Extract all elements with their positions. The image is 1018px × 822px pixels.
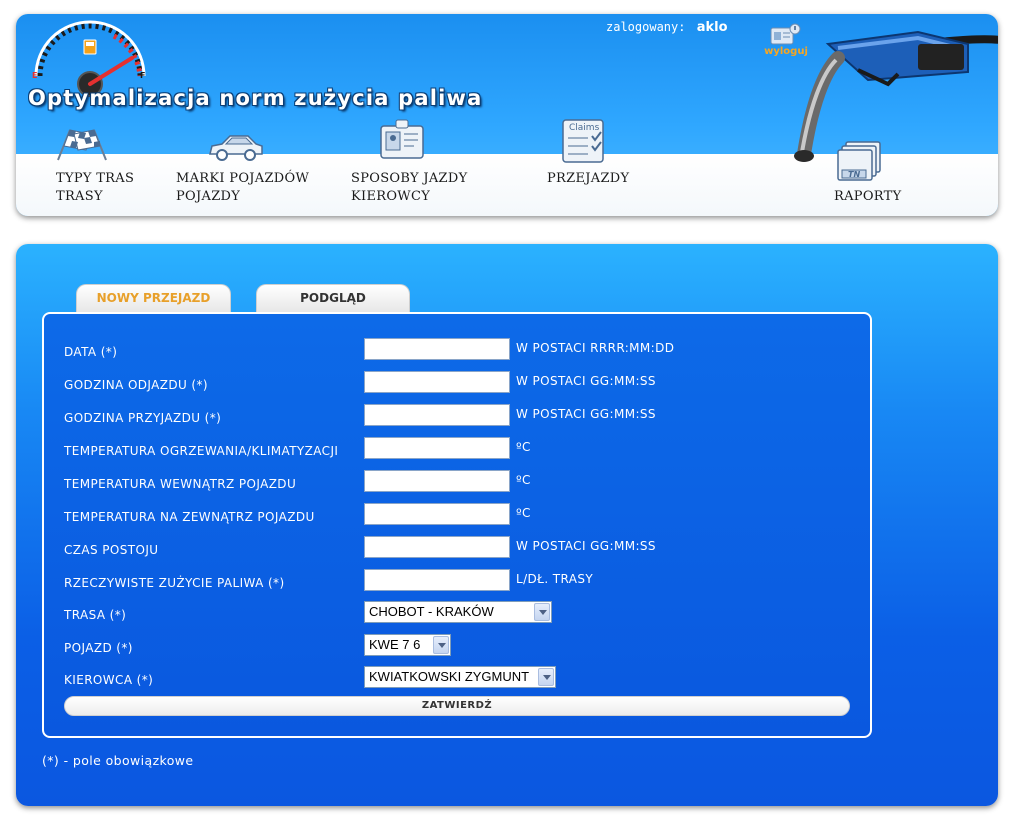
field-label: TEMPERATURA OGRZEWANIA/KLIMATYZACJI [64, 444, 339, 458]
field-label: CZAS POSTOJU [64, 543, 159, 557]
trip-form: DATA (*) W POSTACI RRRR:MM:DD GODZINA OD… [42, 312, 872, 738]
field-label: KIEROWCA (*) [64, 673, 154, 687]
report-icon-text: TN [848, 170, 860, 179]
driver-select[interactable]: KWIATKOWSKI ZYGMUNT [364, 666, 556, 688]
field-label: TRASA (*) [64, 608, 127, 622]
report-files-icon: TN [837, 141, 881, 181]
claims-clipboard-icon: Claims [562, 119, 604, 163]
app-title: Optymalizacja norm zużycia paliwa [28, 86, 483, 110]
field-label: TEMPERATURA NA ZEWNĄTRZ POJAZDU [64, 510, 315, 524]
form-row-data: DATA (*) W POSTACI RRRR:MM:DD [44, 338, 870, 362]
field-label: GODZINA ODJAZDU (*) [64, 378, 208, 392]
form-row-route: TRASA (*) CHOBOT - KRAKÓW [44, 601, 870, 625]
chevron-down-icon[interactable] [538, 668, 554, 686]
id-badge-icon [380, 119, 424, 159]
form-row-inside-temp: TEMPERATURA WEWNĄTRZ POJAZDU ºC [44, 470, 870, 494]
nav-label-line1: PRZEJAZDY [547, 171, 630, 186]
form-row-fuel-usage: RZECZYWISTE ZUŻYCIE PALIWA (*) L/DŁ. TRA… [44, 569, 870, 593]
inside-temperature-input[interactable] [364, 470, 510, 492]
nav-label-line1: SPOSOBY JAZDY [351, 171, 468, 186]
form-row-hvac-temp: TEMPERATURA OGRZEWANIA/KLIMATYZACJI ºC [44, 437, 870, 461]
nav-label-line2: KIEROWCY [351, 189, 431, 204]
field-label: TEMPERATURA WEWNĄTRZ POJAZDU [64, 477, 297, 491]
submit-button[interactable]: ZATWIERDŹ [64, 696, 850, 716]
field-label: GODZINA PRZYJAZDU (*) [64, 411, 222, 425]
tab-podglad[interactable]: PODGLĄD [256, 284, 410, 312]
svg-text:E: E [32, 71, 37, 80]
nav-label-line2: POJAZDY [176, 189, 241, 204]
field-hint: W POSTACI GG:MM:SS [516, 407, 656, 421]
field-hint: W POSTACI RRRR:MM:DD [516, 341, 675, 355]
date-input[interactable] [364, 338, 510, 360]
nav-label-line2: TRASY [56, 189, 103, 204]
form-row-outside-temp: TEMPERATURA NA ZEWNĄTRZ POJAZDU ºC [44, 503, 870, 527]
field-hint: ºC [516, 506, 531, 520]
car-icon [209, 135, 263, 161]
required-fields-note: (*) - pole obowiązkowe [42, 753, 194, 768]
departure-time-input[interactable] [364, 371, 510, 393]
nav-label-line1: MARKI POJAZDÓW [176, 171, 310, 186]
username: aklo [696, 20, 728, 35]
arrival-time-input[interactable] [364, 404, 510, 426]
form-row-stop-time: CZAS POSTOJU W POSTACI GG:MM:SS [44, 536, 870, 560]
nav-item-typy-tras[interactable]: TYPY TRAS TRASY [50, 126, 160, 208]
outside-temperature-input[interactable] [364, 503, 510, 525]
chevron-down-icon[interactable] [534, 603, 550, 621]
stop-time-input[interactable] [364, 536, 510, 558]
vehicle-selected-value: KWE 7 6 [369, 637, 421, 652]
nav-item-raporty[interactable]: TN RAPORTY [828, 140, 918, 206]
vehicle-select[interactable]: KWE 7 6 [364, 634, 451, 656]
field-label: RZECZYWISTE ZUŻYCIE PALIWA (*) [64, 576, 285, 590]
tab-nowy-przejazd[interactable]: NOWY PRZEJAZD [76, 284, 231, 312]
field-label: POJAZD (*) [64, 641, 133, 655]
field-hint: L/DŁ. TRASY [516, 572, 594, 586]
hvac-temperature-input[interactable] [364, 437, 510, 459]
svg-text:F: F [140, 71, 145, 80]
form-row-departure: GODZINA ODJAZDU (*) W POSTACI GG:MM:SS [44, 371, 870, 395]
field-label: DATA (*) [64, 345, 118, 359]
claims-text: Claims [569, 123, 600, 133]
main-panel: NOWY PRZEJAZD PODGLĄD DATA (*) W POSTACI… [16, 244, 998, 806]
field-hint: ºC [516, 473, 531, 487]
fuel-usage-input[interactable] [364, 569, 510, 591]
checkered-flags-icon [57, 129, 107, 161]
form-row-driver: KIEROWCA (*) KWIATKOWSKI ZYGMUNT [44, 666, 870, 690]
logged-in-status: zalogowany: aklo [606, 20, 728, 35]
field-hint: W POSTACI GG:MM:SS [516, 539, 656, 553]
nav-label-line1: RAPORTY [834, 189, 902, 204]
nav-item-marki-pojazdow[interactable]: MARKI POJAZDÓW POJAZDY [172, 126, 322, 208]
route-select[interactable]: CHOBOT - KRAKÓW [364, 601, 552, 623]
chevron-down-icon[interactable] [433, 636, 449, 654]
nav-item-sposoby-jazdy[interactable]: SPOSOBY JAZDY KIEROWCY [346, 118, 486, 208]
form-row-arrival: GODZINA PRZYJAZDU (*) W POSTACI GG:MM:SS [44, 404, 870, 428]
driver-selected-value: KWIATKOWSKI ZYGMUNT [369, 669, 530, 684]
nav-item-przejazdy[interactable]: Claims PRZEJAZDY [542, 116, 642, 196]
field-hint: ºC [516, 440, 531, 454]
header-banner: E F Optymalizacja norm zużycia paliwa za… [16, 14, 998, 216]
logged-in-label: zalogowany: [606, 20, 686, 34]
nav-label-line1: TYPY TRAS [56, 171, 135, 186]
route-selected-value: CHOBOT - KRAKÓW [369, 604, 494, 619]
field-hint: W POSTACI GG:MM:SS [516, 374, 656, 388]
form-row-vehicle: POJAZD (*) KWE 7 6 [44, 634, 870, 658]
